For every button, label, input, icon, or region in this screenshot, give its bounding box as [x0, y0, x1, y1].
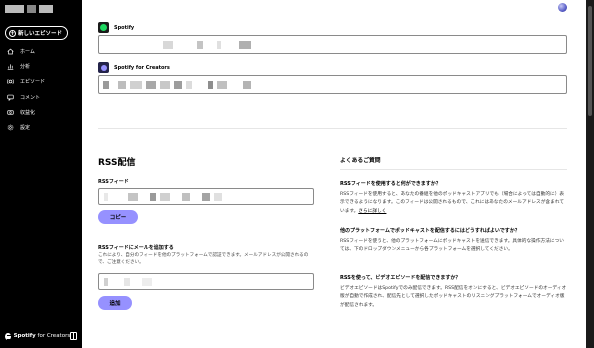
- footer-brand-suffix: for Creators: [35, 333, 71, 339]
- settings-icon: [7, 124, 14, 131]
- new-episode-label: 新しいエピソード: [18, 31, 63, 37]
- episodes-icon: [7, 79, 14, 85]
- spotify-for-creators-icon: [98, 62, 109, 73]
- platform-label: Spotify: [114, 24, 135, 31]
- monetization-icon: [7, 110, 14, 115]
- footer-brand: Spotify: [13, 333, 36, 339]
- rss-feed-url-field[interactable]: [98, 188, 314, 205]
- sidebar-item-home[interactable]: ホーム: [0, 44, 82, 59]
- sidebar-nav: ホーム 分析 エピソード コメント 収益化 設定: [0, 44, 82, 135]
- rss-email-description: これにより、自分のフィードを他のプラットフォームで認証できます。メールアドレスが…: [98, 253, 309, 265]
- sidebar-item-label: エピソード: [20, 79, 46, 86]
- sidebar-item-label: 分析: [20, 64, 31, 71]
- sidebar-item-settings[interactable]: 設定: [0, 120, 82, 135]
- collapse-sidebar-icon[interactable]: [70, 332, 77, 340]
- sidebar-item-label: 設定: [20, 125, 31, 132]
- home-icon: [7, 48, 14, 55]
- faq-title: よくあるご質問: [340, 158, 381, 164]
- comments-icon: [7, 94, 14, 101]
- analytics-icon: [7, 64, 14, 70]
- faq-divider: [340, 169, 567, 170]
- sidebar-item-monetization[interactable]: 収益化: [0, 105, 82, 120]
- sidebar-item-comments[interactable]: コメント: [0, 90, 82, 105]
- rss-feed-label: RSSフィード: [98, 179, 129, 185]
- platform-spotify: Spotify: [98, 22, 134, 33]
- faq-question: RSSフィードを使用すると何ができますか？: [340, 181, 441, 187]
- rss-email-label: RSSフィードにメールを追加する: [98, 245, 174, 251]
- scrollbar-thumb[interactable]: [588, 6, 592, 116]
- main-content: Spotify Spotify for Creators RSS配信 RSSフィ…: [82, 0, 586, 348]
- show-logo[interactable]: [5, 5, 53, 13]
- faq-question: RSSを使って、ビデオエピソードを配信できますか？: [340, 275, 461, 281]
- faq-answer: RSSフィードを使うと、他のプラットフォームにポッドキャストを送信できます。具体…: [340, 239, 564, 253]
- sidebar-item-label: ホーム: [20, 49, 35, 56]
- add-email-button[interactable]: 追加: [98, 296, 132, 310]
- platform-spotify-for-creators: Spotify for Creators: [98, 62, 170, 73]
- sidebar-item-label: 収益化: [20, 109, 36, 116]
- new-episode-button[interactable]: + 新しいエピソード: [5, 26, 69, 40]
- sidebar-item-label: コメント: [20, 94, 41, 101]
- platform-label: Spotify for Creators: [114, 64, 170, 71]
- avatar[interactable]: [558, 3, 567, 12]
- rss-section-title: RSS配信: [98, 158, 136, 168]
- faq-answer: RSSフィードを使用すると、あなたの番組を他のポッドキャストアプリでも（場合によ…: [340, 191, 567, 216]
- creators-url-field[interactable]: [98, 75, 567, 94]
- spotify-logo-icon: [5, 332, 11, 340]
- faq-question: 他のプラットフォームでポッドキャストを配信するにはどうすればよいですか？: [340, 228, 520, 234]
- spotify-icon: [98, 22, 109, 33]
- learn-more-link[interactable]: さらに詳しく: [358, 209, 386, 214]
- spotify-url-field[interactable]: [98, 35, 567, 54]
- sidebar-footer: Spotify for Creators: [5, 332, 77, 340]
- copy-button[interactable]: コピー: [98, 210, 138, 224]
- rss-email-field[interactable]: [98, 273, 314, 290]
- sidebar-item-episodes[interactable]: エピソード: [0, 74, 82, 89]
- plus-icon: +: [9, 29, 16, 37]
- sidebar: + 新しいエピソード ホーム 分析 エピソード コメント 収益化 設定 Spot…: [0, 0, 82, 348]
- section-divider: [98, 128, 567, 129]
- sidebar-item-analytics[interactable]: 分析: [0, 59, 82, 74]
- faq-answer: ビデオエピソードはSpotifyでのみ配信できます。RSS配信をオンにすると、ビ…: [340, 286, 567, 308]
